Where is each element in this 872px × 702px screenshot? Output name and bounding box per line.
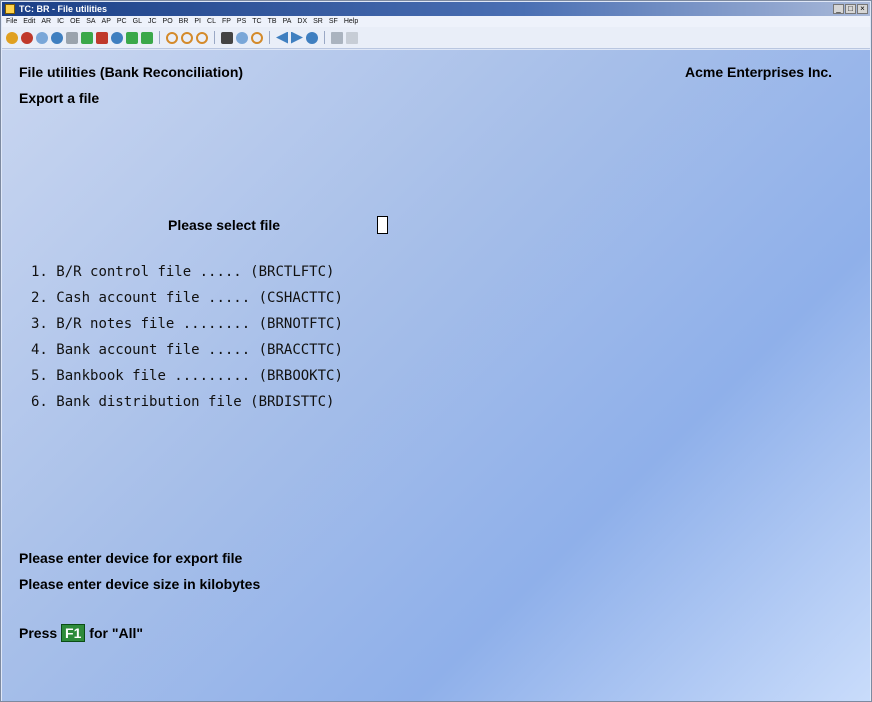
list-item-name: B/R control file ..... [56,264,242,280]
window-title: TC: BR - File utilities [19,4,108,14]
toolbar-separator [324,31,325,44]
list-item-name: B/R notes file ........ [56,316,251,332]
list-item-number: 5. [31,368,48,384]
list-item-number: 4. [31,342,48,358]
check-icon[interactable] [81,31,93,44]
application-window: TC: BR - File utilities _ □ × File Edit … [0,0,872,702]
binoculars-icon[interactable] [221,31,233,44]
menu-item-help[interactable]: Help [344,16,358,27]
menu-item-pc[interactable]: PC [117,16,127,27]
menu-item-fp[interactable]: FP [222,16,231,27]
maximize-button[interactable]: □ [845,4,856,14]
menu-item-cl[interactable]: CL [207,16,216,27]
list-item-name: Cash account file ..... [56,290,251,306]
menu-item-oe[interactable]: OE [70,16,80,27]
menu-item-sa[interactable]: SA [86,16,95,27]
menu-item-gl[interactable]: GL [133,16,142,27]
screen-subtitle: Export a file [19,90,100,106]
minimize-button[interactable]: _ [833,4,844,14]
f1-key-button[interactable]: F1 [61,624,86,642]
list-item-number: 3. [31,316,48,332]
list-item-name: Bank distribution file [56,394,242,410]
menu-item-tc[interactable]: TC [252,16,261,27]
list-item-code: (BRDISTTC) [250,394,335,410]
company-name: Acme Enterprises Inc. [685,64,833,80]
title-bar: TC: BR - File utilities _ □ × [2,2,870,16]
next-icon[interactable] [291,31,303,44]
f1-hint: Press F1 for "All" [19,624,143,642]
menu-item-tb[interactable]: TB [268,16,277,27]
list-item-number: 2. [31,290,48,306]
prev-icon[interactable] [276,31,288,44]
calculator-icon[interactable] [346,31,358,44]
back-icon[interactable] [6,31,18,44]
device-prompt: Please enter device for export file [19,550,243,566]
list-item[interactable]: 4. Bank account file ..... (BRACCTTC) [31,342,343,358]
menu-item-br[interactable]: BR [179,16,189,27]
circle-icon[interactable] [251,31,263,44]
file-selection-input[interactable] [377,216,388,234]
list-item[interactable]: 3. B/R notes file ........ (BRNOTFTC) [31,316,343,332]
menu-item-pa[interactable]: PA [283,16,292,27]
globe-icon[interactable] [51,31,63,44]
list-item[interactable]: 5. Bankbook file ......... (BRBOOKTC) [31,368,343,384]
menu-item-po[interactable]: PO [163,16,173,27]
circle-icon[interactable] [181,31,193,44]
document-icon[interactable] [331,31,343,44]
menu-bar: File Edit AR IC OE SA AP PC GL JC PO BR … [2,16,870,27]
toolbar-separator [214,31,215,44]
screen-title: File utilities (Bank Reconciliation) [19,64,244,80]
list-item-code: (BRBOOKTC) [258,368,343,384]
list-item-code: (BRCTLFTC) [250,264,335,280]
cancel-icon[interactable] [96,31,108,44]
menu-item-ar[interactable]: AR [41,16,51,27]
terminal-screen: File utilities (Bank Reconciliation) Acm… [2,50,870,701]
circle-icon[interactable] [166,31,178,44]
toolbar-separator [159,31,160,44]
list-item[interactable]: 6. Bank distribution file (BRDISTTC) [31,394,334,410]
menu-item-jc[interactable]: JC [148,16,157,27]
down-arrow-icon[interactable] [141,31,153,44]
list-item-name: Bank account file ..... [56,342,251,358]
device-size-prompt: Please enter device size in kilobytes [19,576,261,592]
help-icon[interactable] [306,31,318,44]
stop-icon[interactable] [21,31,33,44]
app-icon [5,4,15,14]
undo-icon[interactable] [111,31,123,44]
menu-item-dx[interactable]: DX [297,16,307,27]
list-item-code: (BRNOTFTC) [258,316,343,332]
menu-item-pi[interactable]: PI [194,16,201,27]
list-item-code: (BRACCTTC) [258,342,343,358]
up-arrow-icon[interactable] [126,31,138,44]
toolbar-separator [269,31,270,44]
menu-item-ap[interactable]: AP [102,16,111,27]
menu-item-file[interactable]: File [6,16,17,27]
for-all-label: for "All" [89,625,143,641]
press-label: Press [19,625,58,641]
list-item-number: 1. [31,264,48,280]
menu-item-sf[interactable]: SF [329,16,338,27]
list-item-name: Bankbook file ......... [56,368,251,384]
circle-icon[interactable] [196,31,208,44]
magnifier-icon[interactable] [236,31,248,44]
menu-item-sr[interactable]: SR [313,16,323,27]
list-item[interactable]: 2. Cash account file ..... (CSHACTTC) [31,290,343,306]
list-item-code: (CSHACTTC) [258,290,343,306]
menu-item-ic[interactable]: IC [57,16,64,27]
printer-icon[interactable] [66,31,78,44]
refresh-icon[interactable] [36,31,48,44]
menu-item-edit[interactable]: Edit [23,16,35,27]
menu-item-ps[interactable]: PS [237,16,246,27]
list-item[interactable]: 1. B/R control file ..... (BRCTLFTC) [31,264,334,280]
toolbar [2,27,870,49]
select-file-prompt: Please select file [168,217,281,233]
list-item-number: 6. [31,394,48,410]
close-button[interactable]: × [857,4,868,14]
